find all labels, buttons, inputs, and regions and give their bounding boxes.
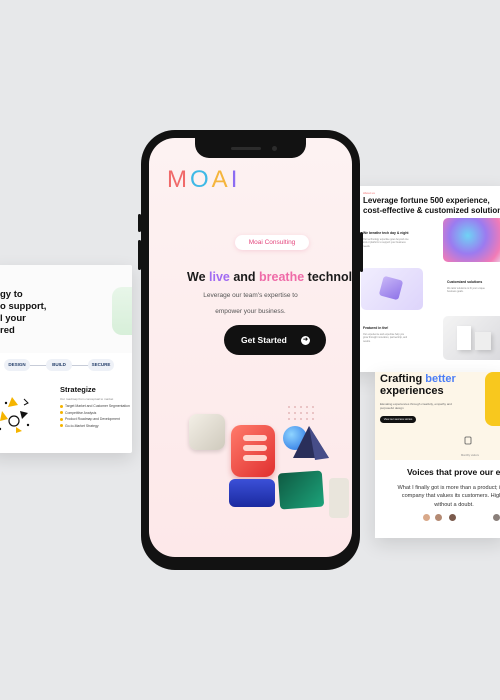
beige-square-shape [189, 414, 225, 450]
logo-letter: A [211, 166, 231, 193]
testimonials-title: Voices that prove our exc [407, 467, 500, 477]
phone-screen: MOAI Moai Consulting We live and breathe… [149, 138, 352, 557]
red-spring-shape [231, 425, 275, 477]
experience-subtitle: Elevating experiences through creativity… [380, 402, 452, 410]
avatar [449, 514, 456, 521]
step-connector [70, 365, 90, 366]
avatar [423, 514, 430, 521]
left-card-hero: gy to o support, l your red [0, 265, 132, 353]
navy-prism-shape [293, 426, 329, 460]
experience-hero: Crafting better experiences Elevating ex… [375, 372, 500, 460]
section-kicker: About us [363, 191, 375, 195]
gradient-sphere-image [443, 218, 500, 262]
arrow-right-icon: ➜ [301, 336, 310, 345]
strategize-section: Strategize Our roadmap from conceptual t… [0, 383, 132, 453]
feature-label: Featured in the! [363, 326, 389, 330]
beige-side-shape [329, 478, 349, 518]
section-title: Strategize [60, 385, 96, 394]
get-started-button[interactable]: Get Started ➜ [224, 325, 326, 355]
feature-label: Customized solutions [447, 280, 483, 284]
avatar [493, 514, 500, 521]
about-card: About us Leverage fortune 500 experience… [347, 186, 500, 372]
list-item: Go-to-Market Strategy [60, 423, 130, 430]
feature-text: We tailor solutions to fit your unique b… [447, 287, 485, 294]
step-connector [28, 365, 48, 366]
testimonial-text: What I finally got is more than a produc… [397, 485, 500, 508]
brand-pill: Moai Consulting [235, 235, 309, 250]
logo-letter: O [190, 166, 212, 193]
experience-title: Crafting better experiences [380, 373, 456, 397]
moai-logo[interactable]: MOAI [167, 166, 240, 194]
cube-illustration [361, 268, 423, 310]
avatar [435, 514, 442, 521]
list-item: Target Market and Customer Segmentation [60, 403, 130, 410]
step-design[interactable]: DESIGN [4, 359, 30, 371]
section-description: Our roadmap from conceptual to market [60, 397, 114, 401]
phone-side-button [360, 232, 363, 272]
step-build[interactable]: BUILD [46, 359, 72, 371]
strategy-list: Target Market and Customer Segmentation … [60, 403, 130, 429]
stat-label: Monthly visitors [461, 454, 479, 457]
about-title: Leverage fortune 500 experience, cost-ef… [363, 196, 500, 215]
hero-subtitle-line2: empower your business. [215, 308, 286, 315]
list-item: Product Roadmap and Development [60, 416, 130, 423]
green-glass-shape [277, 470, 325, 510]
yellow-hand-image [485, 372, 500, 426]
hero-headline: We live and breathe technol [187, 270, 352, 284]
feature-label: We breathe tech day & night [363, 231, 409, 235]
green-decor-blob [112, 287, 132, 335]
illustration-icon [0, 397, 30, 433]
experience-card: Crafting better experiences Elevating ex… [375, 372, 500, 538]
feature-text: Our experience and expertise help you gr… [363, 333, 408, 343]
logo-letter: M [167, 166, 190, 193]
blue-block-shape [229, 479, 275, 507]
step-secure[interactable]: SECURE [88, 359, 114, 371]
clipboard-icon [464, 436, 472, 445]
logo-letter: I [230, 166, 241, 193]
get-started-label: Get Started [241, 335, 287, 345]
left-card-headline: gy to o support, l your red [0, 289, 47, 336]
feature-text: Our technology expertise goes beyond one… [363, 238, 409, 248]
camera-icon [272, 146, 277, 151]
left-showcase-card: gy to o support, l your red DESIGN BUILD… [0, 265, 132, 453]
geometric-image [443, 316, 500, 360]
success-stories-button[interactable]: View our success stories [380, 416, 416, 423]
speaker-grill [231, 147, 261, 150]
hero-subtitle-line1: Leverage our team's expertise to [203, 292, 298, 299]
process-steps: DESIGN BUILD SECURE [0, 359, 132, 375]
